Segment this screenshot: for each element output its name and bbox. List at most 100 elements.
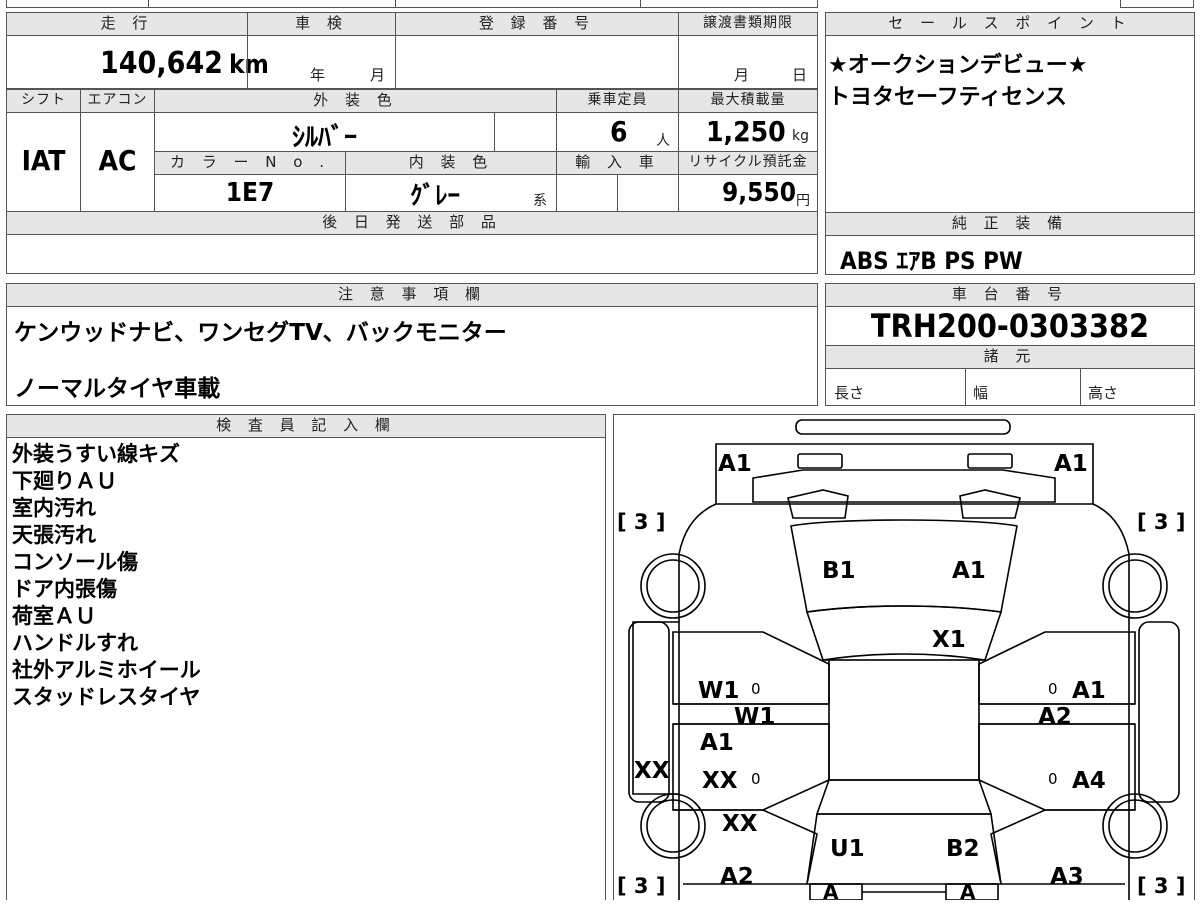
rear-window xyxy=(815,779,993,815)
recycle-value: 9,550 xyxy=(722,178,796,208)
notes-line-1: ケンウッドナビ、ワンセグTV、バックモニター xyxy=(14,320,507,346)
chassis-value: TRH200-0303382 xyxy=(870,307,1150,345)
capacity-header: 乗車定員 xyxy=(556,89,679,113)
damage-left-rear-door-2: XX xyxy=(702,768,738,794)
tire-front-left xyxy=(640,553,706,619)
mileage-header: 走 行 xyxy=(6,12,248,36)
damage-hood-right: A1 xyxy=(952,558,986,584)
damage-left-front-door-mark: 0 xyxy=(751,680,761,698)
front-grille xyxy=(715,443,1094,505)
tire-rating-front-left: [ 3 ] xyxy=(617,510,666,534)
transfer-deadline-header: 譲渡書類期限 xyxy=(678,12,818,36)
damage-rear-right: B2 xyxy=(946,836,980,862)
top-cut-strip xyxy=(6,0,818,8)
import-cell-left xyxy=(556,174,618,212)
left-rear-door xyxy=(672,723,830,811)
equipment-value: ABS ｴｱB PS PW xyxy=(840,247,1023,275)
shift-header: シフト xyxy=(6,89,81,113)
max-load-value: 1,250 xyxy=(706,115,786,148)
tire-rating-rear-right: [ 3 ] xyxy=(1137,874,1186,898)
aircon-header: エアコン xyxy=(80,89,155,113)
import-cell-right xyxy=(617,174,679,212)
sales-point-line-2: トヨタセーフティセンス xyxy=(828,85,1067,110)
tire-rating-rear-left: [ 3 ] xyxy=(617,874,666,898)
exterior-color-header: 外 装 色 xyxy=(154,89,557,113)
front-grille-inner xyxy=(752,469,1056,503)
spec-height-label: 高さ xyxy=(1088,384,1119,402)
top-cut-divider xyxy=(640,0,641,8)
inspector-note: 荷室ＡＵ xyxy=(12,604,96,628)
damage-right-front-door-mark: 0 xyxy=(1048,680,1058,698)
damage-left-outer: XX xyxy=(634,758,670,784)
later-parts-header: 後 日 発 送 部 品 xyxy=(6,211,818,235)
interior-color-value: ｸﾞﾚｰ xyxy=(410,181,461,210)
damage-right-rear-door: A4 xyxy=(1072,768,1106,794)
transfer-day-unit: 日 xyxy=(792,66,808,84)
inspector-note: 下廻りＡＵ xyxy=(12,469,117,493)
tire-front-right xyxy=(1102,553,1168,619)
inspector-notes-list: 外装うすい線キズ 下廻りＡＵ 室内汚れ 天張汚れ コンソール傷 ドア内張傷 荷室… xyxy=(12,441,201,711)
headlight-right xyxy=(967,453,1013,469)
inspector-note: 室内汚れ xyxy=(12,496,96,520)
right-rear-door xyxy=(978,723,1136,811)
inspection-year-unit: 年 xyxy=(310,66,326,84)
damage-left-rear-corner: A2 xyxy=(720,864,754,890)
damage-front-left: A1 xyxy=(718,451,752,477)
right-mirror-area xyxy=(1138,621,1180,803)
aircon-value: AC xyxy=(98,144,137,177)
tire-front-right-inner xyxy=(1108,559,1162,613)
interior-color-header: 内 装 色 xyxy=(345,151,557,175)
notes-header: 注 意 事 項 欄 xyxy=(6,283,818,307)
damage-left-rear-door: A1 xyxy=(700,730,734,756)
front-bumper-bar xyxy=(795,419,1011,435)
tire-front-left-inner xyxy=(646,559,700,613)
damage-bumper-left: A xyxy=(823,880,839,904)
recycle-header: リサイクル預託金 xyxy=(678,151,818,175)
inspector-header: 検 査 員 記 入 欄 xyxy=(6,414,606,438)
top-cut-divider xyxy=(395,0,396,8)
capacity-unit: 人 xyxy=(656,133,670,149)
damage-left-front-door: W1 xyxy=(698,678,740,704)
spec-width-label: 幅 xyxy=(973,384,989,402)
inspector-note: 外装うすい線キズ xyxy=(12,442,180,466)
exterior-color-extra-cell xyxy=(494,112,557,152)
inspector-note: ハンドルすれ xyxy=(12,631,138,655)
chassis-header: 車 台 番 号 xyxy=(825,283,1195,307)
registration-cell xyxy=(395,35,679,89)
shift-value: IAT xyxy=(21,144,66,177)
registration-header: 登 録 番 号 xyxy=(395,12,679,36)
exterior-color-value: ｼﾙﾊﾞｰ xyxy=(291,123,357,153)
damage-bumper-right: A xyxy=(960,880,976,904)
top-cut-divider xyxy=(148,0,149,8)
inspector-note: ドア内張傷 xyxy=(12,577,117,601)
spec-length-label: 長さ xyxy=(834,384,865,402)
damage-right-rear-door-mark: 0 xyxy=(1048,770,1058,788)
interior-color-suffix: 系 xyxy=(533,193,547,209)
import-header: 輸 入 車 xyxy=(556,151,679,175)
damage-left-rear-door-mark: 0 xyxy=(751,770,761,788)
tire-rating-front-right: [ 3 ] xyxy=(1137,510,1186,534)
transfer-month-unit: 月 xyxy=(734,66,750,84)
body-outline xyxy=(678,503,1130,900)
inspection-header: 車 検 xyxy=(247,12,396,36)
capacity-value: 6 xyxy=(610,115,628,148)
spec-header: 諸 元 xyxy=(825,345,1195,369)
inspector-note: 天張汚れ xyxy=(12,523,96,547)
sales-points-header: セ ー ル ス ポ イ ン ト xyxy=(825,12,1195,36)
roof xyxy=(828,659,980,781)
equipment-header: 純 正 装 備 xyxy=(825,212,1195,236)
windshield xyxy=(805,605,1003,661)
damage-right-rear-corner: A3 xyxy=(1050,864,1084,890)
max-load-unit: kg xyxy=(792,128,809,144)
max-load-header: 最大積載量 xyxy=(678,89,818,113)
car-diagram xyxy=(628,419,1180,900)
damage-front-right: A1 xyxy=(1054,451,1088,477)
damage-left-sill: W1 xyxy=(734,704,776,730)
damage-right-front-door: A1 xyxy=(1072,678,1106,704)
mileage-value: 140,642 km xyxy=(100,46,269,81)
headlight-left xyxy=(797,453,843,469)
damage-right-sill: A2 xyxy=(1038,704,1072,730)
damage-roof-front: X1 xyxy=(932,627,966,653)
recycle-unit: 円 xyxy=(796,193,810,209)
color-no-value: 1E7 xyxy=(225,178,275,208)
